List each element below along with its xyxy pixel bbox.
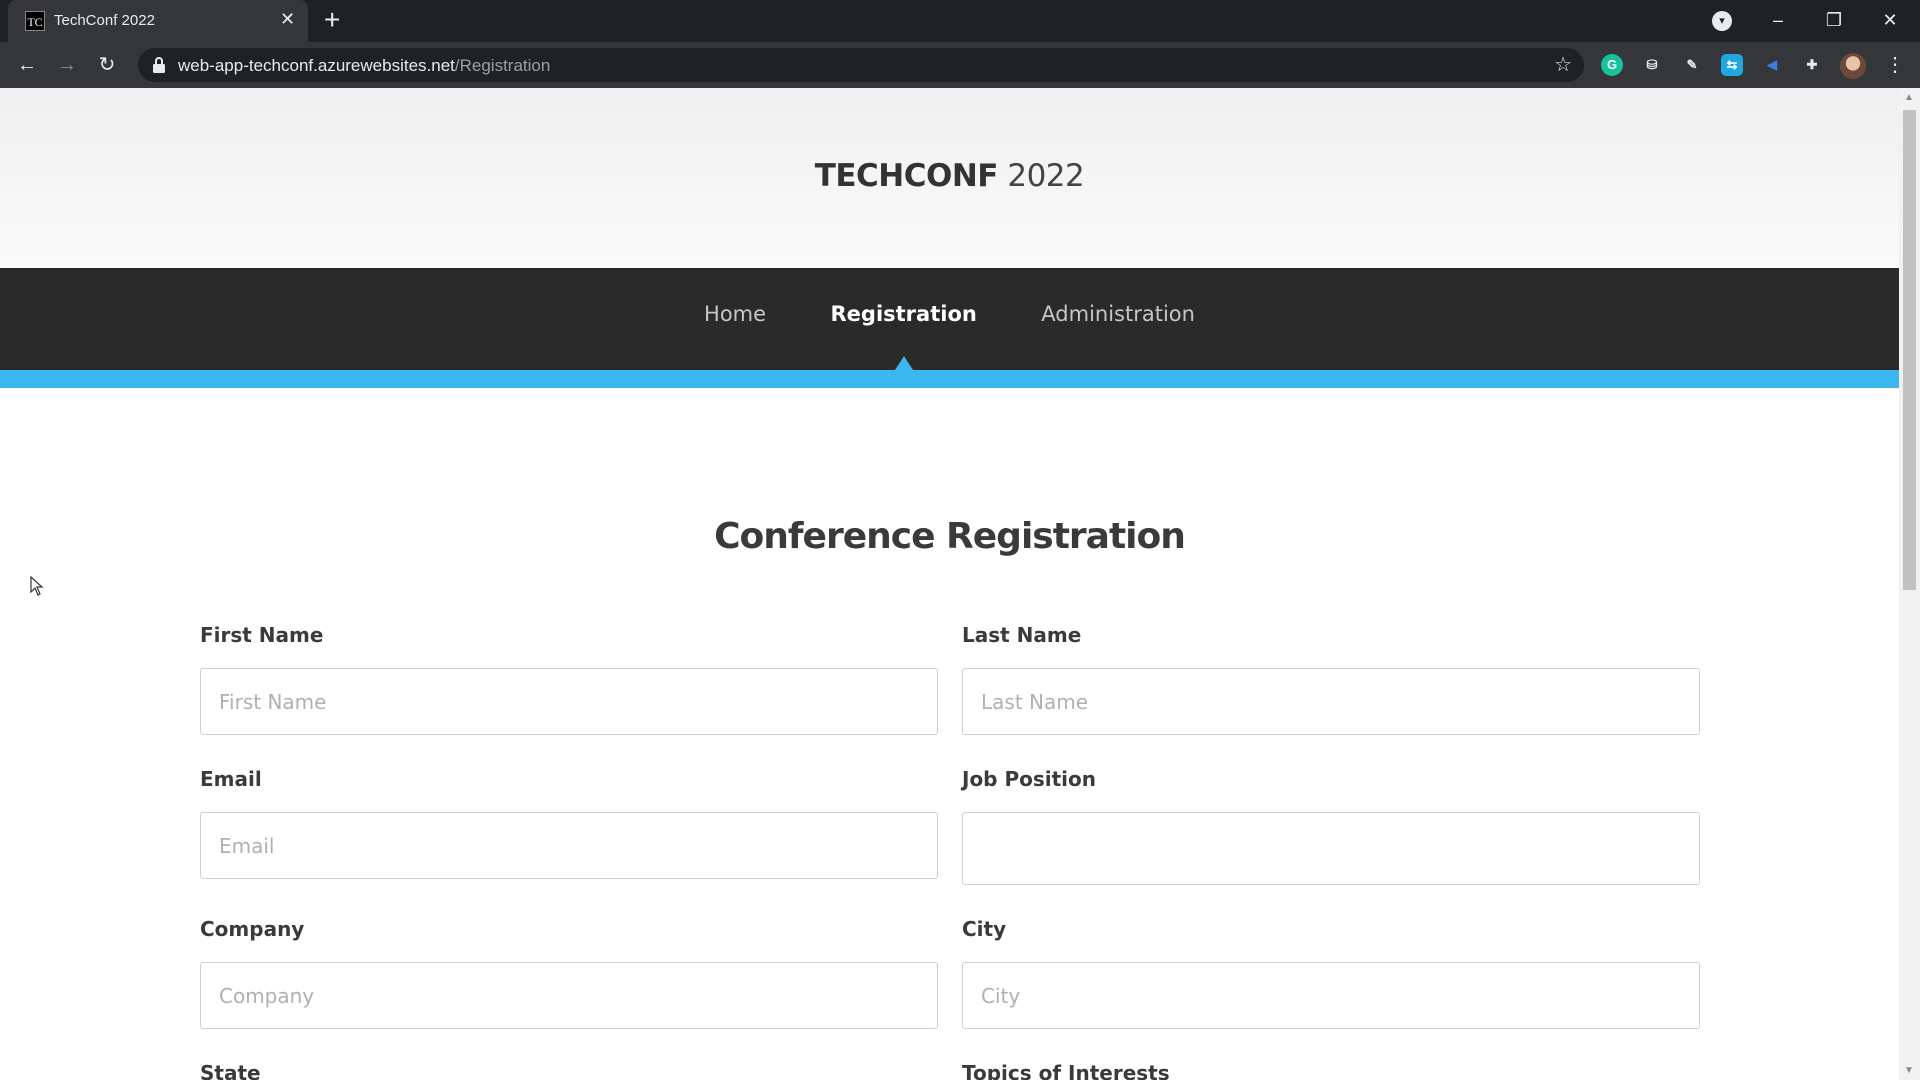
address-bar[interactable]: web-app-techconf.azurewebsites.net/Regis… bbox=[138, 48, 1584, 82]
extension-icon[interactable]: ◀ bbox=[1761, 54, 1783, 76]
first-name-input[interactable] bbox=[200, 668, 938, 735]
close-window-icon[interactable]: ✕ bbox=[1862, 0, 1918, 42]
browser-toolbar: ← → ↻ web-app-techconf.azurewebsites.net… bbox=[0, 42, 1920, 88]
tab-search-icon[interactable]: ▾ bbox=[1712, 11, 1732, 31]
bookmark-star-icon[interactable]: ☆ bbox=[1554, 52, 1572, 77]
company-label: Company bbox=[200, 917, 305, 941]
company-input[interactable] bbox=[200, 962, 938, 1029]
first-name-label: First Name bbox=[200, 623, 324, 647]
forward-icon[interactable]: → bbox=[53, 51, 81, 79]
scroll-down-icon[interactable]: ▼ bbox=[1904, 1065, 1914, 1076]
tab-close-icon[interactable]: ✕ bbox=[280, 9, 295, 30]
topics-label: Topics of Interests bbox=[962, 1061, 1170, 1080]
job-position-label: Job Position bbox=[962, 767, 1097, 791]
active-nav-caret bbox=[894, 356, 913, 370]
browser-tab[interactable]: TC TechConf 2022 ✕ bbox=[8, 0, 308, 42]
browser-menu-icon[interactable]: ⋮ bbox=[1885, 52, 1905, 77]
lock-icon bbox=[153, 57, 165, 73]
nav-home[interactable]: Home bbox=[704, 302, 766, 326]
nav-administration[interactable]: Administration bbox=[1041, 302, 1195, 326]
site-header: TECHCONF 2022 bbox=[0, 88, 1899, 268]
last-name-label: Last Name bbox=[962, 623, 1082, 647]
back-icon[interactable]: ← bbox=[13, 51, 41, 79]
extension-icon[interactable]: ⇆ bbox=[1721, 54, 1743, 76]
email-label: Email bbox=[200, 767, 262, 791]
minimize-icon[interactable]: – bbox=[1750, 0, 1806, 42]
scroll-thumb[interactable] bbox=[1903, 110, 1916, 590]
page-scrollbar[interactable]: ▲ ▼ bbox=[1899, 88, 1920, 1080]
tab-favicon: TC bbox=[25, 11, 45, 31]
profile-avatar[interactable] bbox=[1840, 53, 1866, 79]
mouse-cursor-icon bbox=[30, 576, 44, 596]
city-label: City bbox=[962, 917, 1007, 941]
page-viewport: TECHCONF 2022 Home Registration Administ… bbox=[0, 88, 1899, 1080]
email-input[interactable] bbox=[200, 812, 938, 879]
new-tab-icon[interactable]: + bbox=[324, 4, 340, 36]
accent-bar bbox=[0, 370, 1899, 388]
page-title: Conference Registration bbox=[714, 516, 1186, 557]
scroll-up-icon[interactable]: ▲ bbox=[1904, 92, 1914, 103]
grammarly-icon[interactable]: G bbox=[1601, 54, 1623, 76]
tab-title: TechConf 2022 bbox=[54, 12, 155, 29]
restore-icon[interactable]: ❐ bbox=[1806, 0, 1862, 42]
extension-icon[interactable]: ✎ bbox=[1681, 54, 1703, 76]
puzzle-extensions-icon[interactable]: ✚ bbox=[1801, 54, 1823, 76]
state-label: State bbox=[200, 1061, 261, 1080]
reload-icon[interactable]: ↻ bbox=[93, 51, 121, 79]
last-name-input[interactable] bbox=[962, 668, 1700, 735]
site-navbar: Home Registration Administration bbox=[0, 268, 1899, 370]
site-brand[interactable]: TECHCONF 2022 bbox=[0, 158, 1899, 194]
url-text: web-app-techconf.azurewebsites.net/Regis… bbox=[178, 56, 551, 75]
browser-titlebar: TC TechConf 2022 ✕ + ▾ – ❐ ✕ bbox=[0, 0, 1920, 42]
job-position-input[interactable] bbox=[962, 812, 1700, 885]
extension-icon[interactable]: ⛁ bbox=[1641, 54, 1663, 76]
city-input[interactable] bbox=[962, 962, 1700, 1029]
nav-registration[interactable]: Registration bbox=[831, 302, 977, 370]
